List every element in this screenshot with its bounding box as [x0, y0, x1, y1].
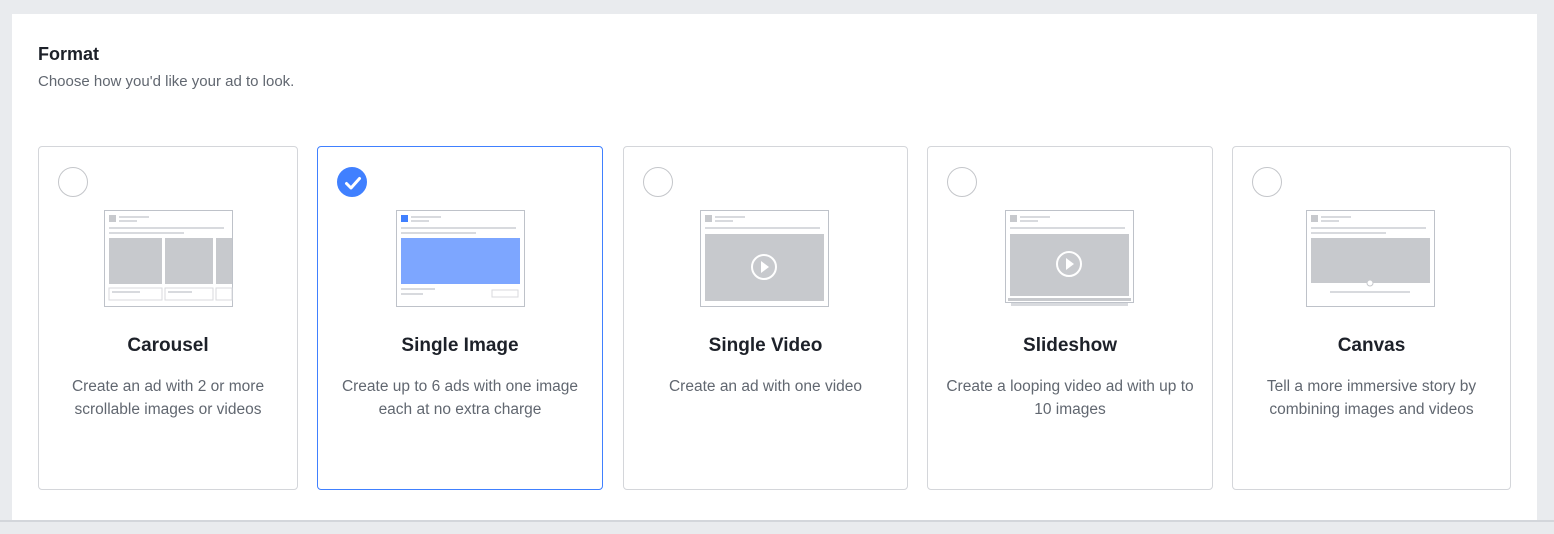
section-title: Format: [38, 44, 100, 64]
slideshow-thumbnail-icon: [1005, 210, 1134, 306]
radio-carousel[interactable]: [58, 167, 88, 197]
format-title: Canvas: [1337, 335, 1406, 356]
format-description: Create up to 6 ads with one image each a…: [341, 378, 579, 418]
format-panel: Format Choose how you'd like your ad to …: [12, 14, 1537, 520]
carousel-thumbnail-icon: [104, 210, 233, 307]
format-card-canvas[interactable]: Canvas Tell a more immersive story by co…: [1232, 146, 1511, 490]
radio-single-video[interactable]: [643, 167, 673, 197]
format-card-single-video[interactable]: Single Video Create an ad with one video: [623, 146, 908, 490]
format-title: Carousel: [127, 335, 209, 356]
format-description: Create a looping video ad with up to 10 …: [946, 378, 1194, 418]
panel-bottom-divider: [0, 520, 1554, 522]
single-image-thumbnail-icon: [396, 210, 525, 307]
single-video-thumbnail-icon: [700, 210, 829, 307]
radio-slideshow[interactable]: [947, 167, 977, 197]
format-description: Create an ad with one video: [668, 378, 863, 395]
section-subtitle: Choose how you'd like your ad to look.: [38, 73, 295, 90]
checkmark-icon: [345, 177, 361, 190]
format-card-single-image[interactable]: Single Image Create up to 6 ads with one…: [317, 146, 603, 490]
radio-single-image[interactable]: [337, 167, 367, 197]
canvas-thumbnail-icon: [1306, 210, 1435, 307]
format-title: Single Image: [401, 335, 519, 356]
format-description: Create an ad with 2 or more scrollable i…: [71, 378, 265, 418]
format-title: Single Video: [708, 335, 823, 356]
format-description: Tell a more immersive story by combining…: [1266, 378, 1477, 418]
format-card-slideshow[interactable]: Slideshow Create a looping video ad with…: [927, 146, 1213, 490]
format-card-carousel[interactable]: Carousel Create an ad with 2 or more scr…: [38, 146, 298, 490]
format-title: Slideshow: [1023, 335, 1117, 356]
radio-canvas[interactable]: [1252, 167, 1282, 197]
